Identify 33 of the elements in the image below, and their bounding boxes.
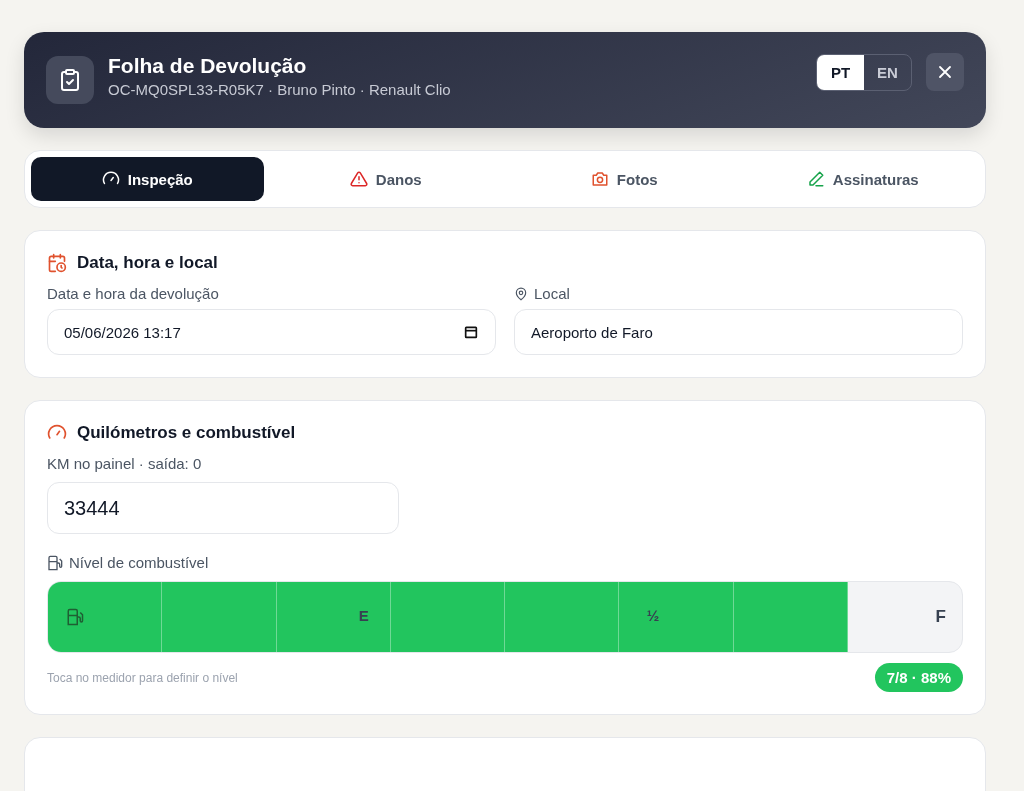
map-pin-icon (514, 286, 528, 301)
km-field[interactable]: 33444 (47, 482, 399, 534)
calendar-icon[interactable] (463, 324, 479, 340)
location-field[interactable]: Aeroporto de Faro (514, 309, 963, 355)
fuel-gauge[interactable]: E ½ F (47, 581, 963, 653)
calendar-clock-icon (47, 253, 67, 273)
card-title: Data, hora e local (77, 253, 218, 273)
close-button[interactable] (926, 53, 964, 91)
gauge-hint: Toca no medidor para definir o nível (47, 670, 238, 685)
gauge-mark: F (935, 607, 946, 627)
field-label: Data e hora da devolução (47, 285, 220, 302)
warning-icon[interactable] (349, 170, 368, 188)
fuel-pump-icon (47, 554, 63, 571)
language-toggle[interactable]: EN (864, 54, 911, 90)
field-label: Local (534, 285, 570, 302)
field-label: Nível de combustível (69, 554, 209, 571)
sheet-subtitle: OC-MQ0SPL33-R05K7 · Bruno Pinto · Renault Clio (108, 81, 452, 98)
card-title: Quilómetros e combustível (77, 423, 296, 443)
tab[interactable]: Assinaturas (746, 157, 979, 201)
tab[interactable]: Fotos (508, 157, 741, 201)
datetime-field[interactable]: 05/06/2026 13:17 (47, 309, 496, 355)
fuel-reading-badge: 7/8 · 88% (874, 663, 963, 692)
tab[interactable]: Danos (269, 157, 502, 201)
field-label: KM no painel · saída: 0 (47, 455, 203, 472)
clipboard-check-icon (46, 56, 94, 104)
fuel-pump-icon (66, 608, 84, 626)
sheet-title: Folha de Devolução (108, 54, 308, 78)
tab[interactable]: Inspeção (31, 157, 264, 201)
camera-icon[interactable] (590, 170, 609, 188)
language-toggle[interactable]: PT (817, 54, 864, 90)
gauge-mark: E (358, 607, 369, 624)
pen-icon[interactable] (806, 170, 825, 188)
gauge-mark: ½ (646, 607, 660, 624)
